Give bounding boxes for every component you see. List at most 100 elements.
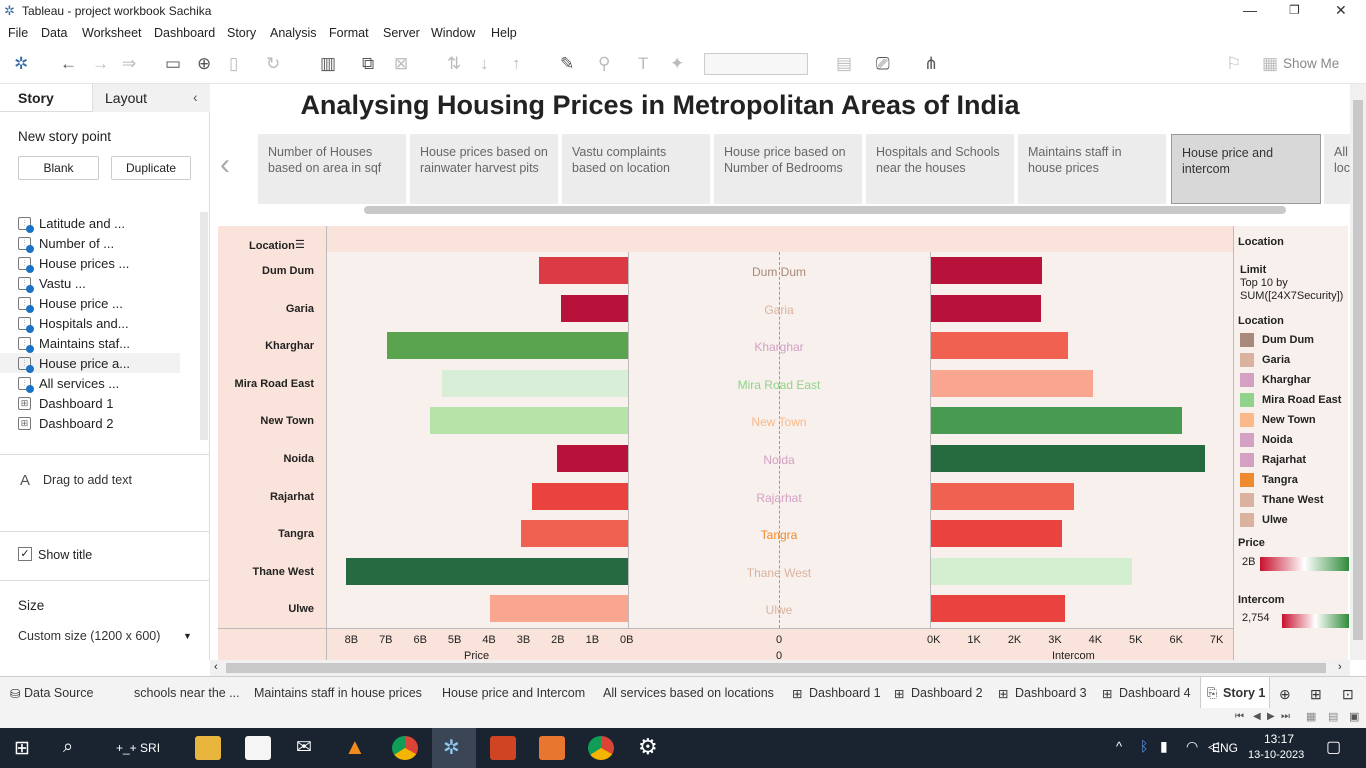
story-point-6[interactable]: Maintains staff in house prices (1018, 134, 1168, 204)
new-worksheet-icon[interactable]: ▥ (320, 54, 336, 74)
navigator-scrollbar[interactable] (364, 206, 1286, 214)
row-label[interactable]: Tangra (218, 528, 314, 540)
save-icon[interactable]: ▭ (165, 54, 181, 74)
sort-desc-icon[interactable]: ↑ (512, 54, 521, 74)
sheet-item-selected[interactable]: ⫶ House price a... (0, 353, 180, 373)
intercom-bar[interactable] (931, 445, 1205, 472)
location-label[interactable]: Garia (628, 303, 930, 317)
row-label[interactable]: Dum Dum (218, 265, 314, 277)
windows-start-icon[interactable]: ⊞ (14, 737, 30, 760)
menu-format[interactable]: Format (329, 26, 369, 40)
powerpoint-icon[interactable] (490, 736, 516, 760)
legend-item[interactable]: Noida (1240, 433, 1293, 447)
previous-point-icon[interactable]: ‹ (220, 148, 230, 182)
tab-story[interactable]: Story (18, 90, 54, 106)
menu-file[interactable]: File (8, 26, 28, 40)
price-bar[interactable] (557, 445, 628, 472)
share-icon[interactable]: ⋔ (924, 54, 938, 74)
price-bar[interactable] (490, 595, 628, 623)
menu-help[interactable]: Help (491, 26, 517, 40)
filmstrip-icon[interactable]: ▣ (1349, 710, 1359, 723)
intercom-bar[interactable] (931, 482, 1075, 510)
intercom-bar[interactable] (931, 407, 1182, 435)
bluetooth-icon[interactable]: ᛒ (1140, 738, 1148, 754)
redo-icon[interactable]: → (92, 54, 109, 74)
highlight-icon[interactable]: ✎ (560, 54, 574, 74)
intercom-bar[interactable] (931, 595, 1066, 623)
next-page-icon[interactable]: ▶ (1267, 711, 1275, 722)
row-label[interactable]: Ulwe (218, 603, 314, 615)
location-label[interactable]: Mira Road East (628, 378, 930, 392)
sheet-item[interactable]: ⫶ All services ... (18, 373, 119, 393)
chevron-down-icon[interactable]: ▼ (183, 631, 192, 641)
presentation-icon[interactable]: ⎚ (876, 54, 890, 74)
duplicate-button[interactable]: Duplicate (111, 156, 191, 180)
wifi-icon[interactable]: ◠ (1186, 738, 1198, 755)
price-bar[interactable] (521, 520, 628, 548)
scroll-right-icon[interactable]: › (1338, 661, 1342, 673)
tab-dashboard-3[interactable]: Dashboard 3 (1015, 686, 1087, 700)
mail-icon[interactable]: ✉ (296, 736, 312, 759)
menu-window[interactable]: Window (431, 26, 475, 40)
sheet-item[interactable]: ⫶ Hospitals and... (18, 313, 129, 333)
new-data-source-icon[interactable]: ⊕ (197, 54, 211, 74)
chrome-icon[interactable] (392, 736, 418, 760)
price-bar[interactable] (345, 557, 628, 585)
tab-layout[interactable]: Layout (105, 90, 147, 106)
collapse-icon[interactable]: ‹ (193, 89, 198, 105)
taskbar-search-text[interactable]: +_+ SRI (116, 741, 160, 755)
story-point-7[interactable]: House price and intercom (1171, 134, 1321, 204)
price-bar[interactable] (560, 294, 628, 322)
price-bar[interactable] (430, 407, 628, 435)
grid-view-icon[interactable]: ▦ (1306, 710, 1316, 723)
tab-schools[interactable]: schools near the ... (134, 686, 240, 700)
location-label[interactable]: Dum Dum (628, 265, 930, 279)
legend-item[interactable]: Garia (1240, 353, 1290, 367)
sheet-item[interactable]: ⫶ Maintains staf... (18, 333, 130, 353)
clock-time[interactable]: 13:17 (1264, 732, 1294, 746)
row-label[interactable]: Mira Road East (218, 378, 314, 390)
legend-item[interactable]: Kharghar (1240, 373, 1311, 387)
sheet-item[interactable]: ⊞ Dashboard 1 (18, 393, 113, 413)
intercom-bar[interactable] (931, 557, 1133, 585)
tableau-taskbar-icon[interactable]: ✲ (443, 735, 460, 760)
tab-dashboard-4[interactable]: Dashboard 4 (1119, 686, 1191, 700)
location-label[interactable]: Kharghar (628, 340, 930, 354)
location-label[interactable]: Ulwe (628, 603, 930, 617)
last-page-icon[interactable]: ⏭ (1281, 711, 1290, 722)
sheet-item[interactable]: ⫶ House price ... (18, 293, 123, 313)
show-cards-icon[interactable]: ▤ (836, 54, 852, 74)
clock-date[interactable]: 13-10-2023 (1248, 749, 1304, 761)
story-point-4[interactable]: House price based on Number of Bedrooms (714, 134, 864, 204)
tableau-home-icon[interactable]: ✲ (14, 54, 28, 74)
story-point-3[interactable]: Vastu complaints based on location (562, 134, 712, 204)
legend-item[interactable]: Dum Dum (1240, 333, 1314, 347)
sheet-item[interactable]: ⊞ Dashboard 2 (18, 413, 113, 433)
row-label[interactable]: Noida (218, 453, 314, 465)
menu-analysis[interactable]: Analysis (270, 26, 317, 40)
text-label-icon[interactable]: T (638, 54, 648, 74)
horizontal-scrollbar[interactable]: ‹ › (210, 660, 1350, 676)
new-story-tab-icon[interactable]: ⊡ (1342, 686, 1354, 703)
vlc-icon[interactable]: ▲ (344, 734, 366, 760)
new-worksheet-tab-icon[interactable]: ⊕ (1279, 686, 1291, 703)
menu-data[interactable]: Data (41, 26, 67, 40)
location-label[interactable]: New Town (628, 415, 930, 429)
list-view-icon[interactable]: ▤ (1328, 710, 1338, 723)
refresh-icon[interactable]: ↻ (266, 54, 280, 74)
row-label[interactable]: New Town (218, 415, 314, 427)
tray-chevron-icon[interactable]: ^ (1116, 739, 1122, 754)
prev-page-icon[interactable]: ◀ (1253, 711, 1261, 722)
tab-dashboard-1[interactable]: Dashboard 1 (809, 686, 881, 700)
format-painter-icon[interactable]: ⚐ (1226, 54, 1241, 74)
row-label[interactable]: Garia (218, 303, 314, 315)
menu-dashboard[interactable]: Dashboard (154, 26, 215, 40)
replay-icon[interactable]: ⇒ (122, 54, 136, 74)
price-bar[interactable] (442, 369, 628, 397)
sheet-item[interactable]: ⫶ Vastu ... (18, 273, 86, 293)
intercom-bar[interactable] (931, 332, 1069, 360)
show-me-icon[interactable]: ▦ (1262, 54, 1278, 74)
drag-to-add-text[interactable]: Drag to add text (43, 473, 132, 487)
tab-dashboard-2[interactable]: Dashboard 2 (911, 686, 983, 700)
search-icon[interactable]: ⌕ (63, 736, 73, 757)
